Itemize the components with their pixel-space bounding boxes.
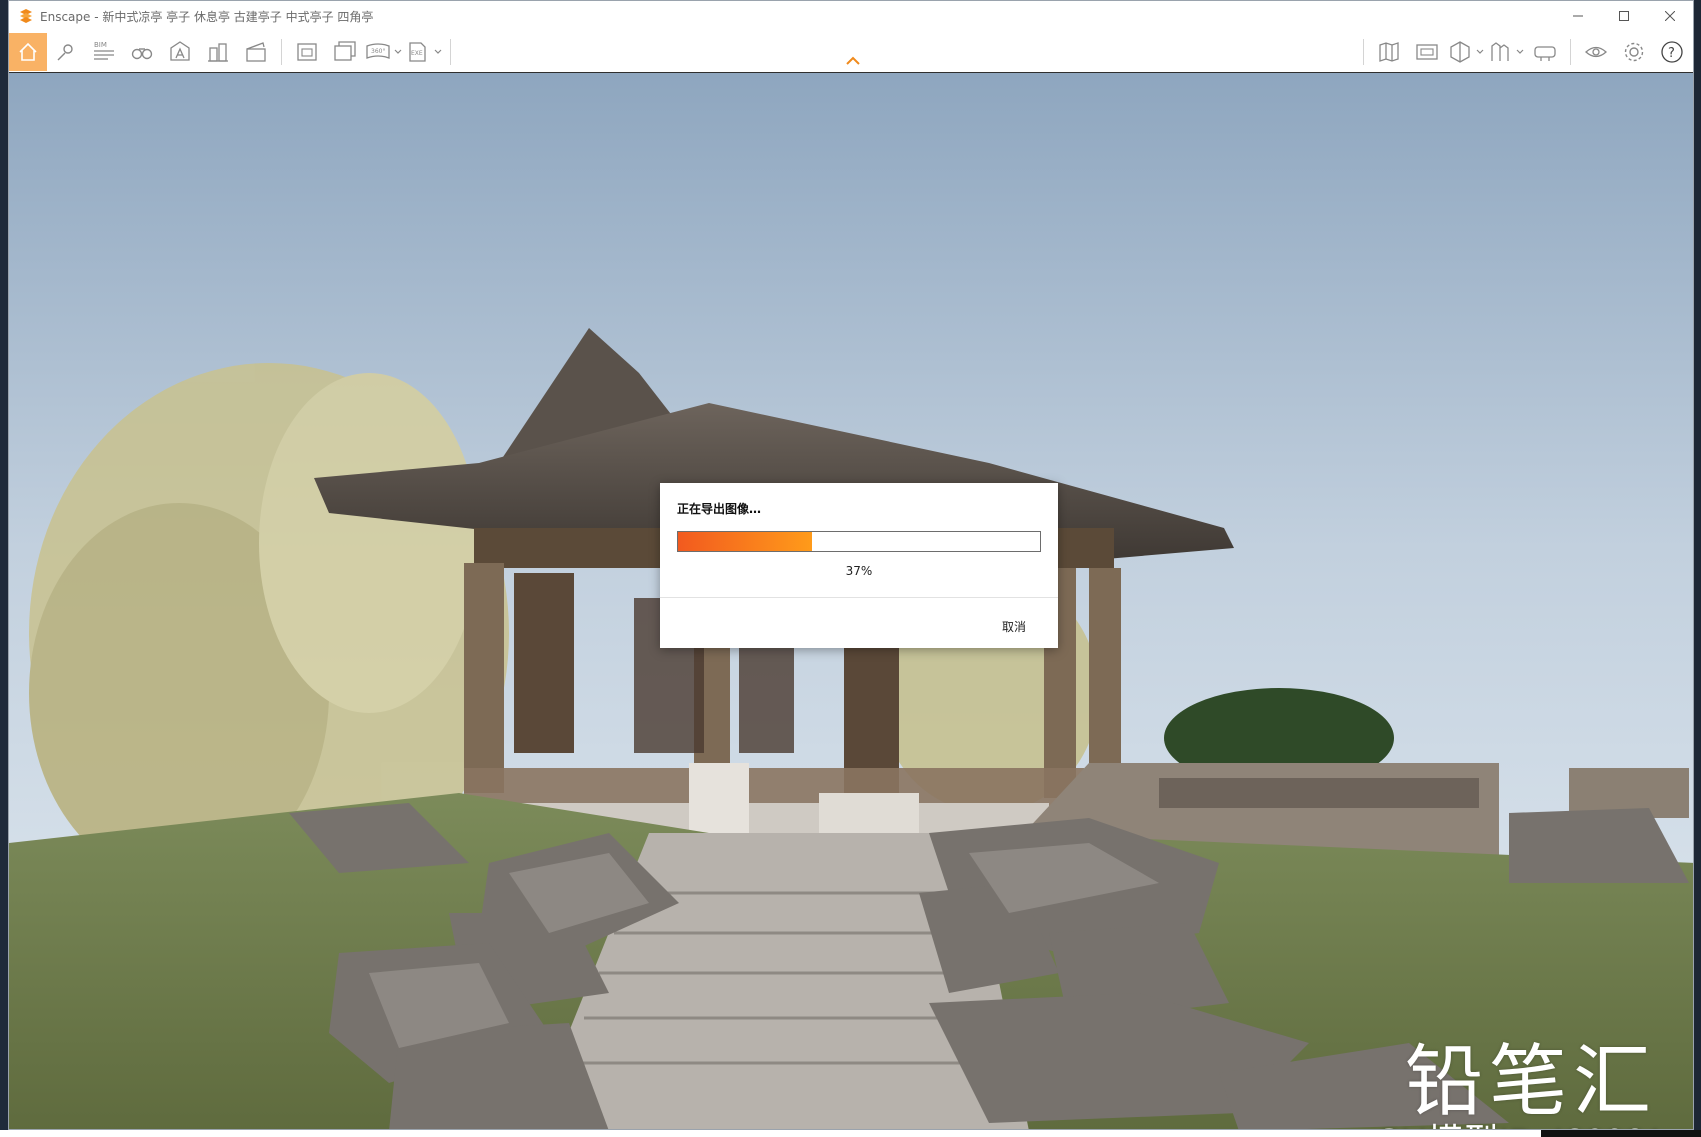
desktop-edge-right [1694,0,1701,1130]
chevron-down-icon [394,49,402,54]
export-exe-icon: EXE [409,41,426,62]
maximize-icon [1619,11,1629,21]
batch-render-icon [334,40,356,61]
panorama-dropdown[interactable] [392,33,404,71]
window-title: Enscape - 新中式凉亭 亭子 休息亭 古建亭子 中式亭子 四角亭 [40,9,374,24]
video-editor-button[interactable] [237,33,275,71]
svg-text:EXE: EXE [411,50,423,57]
chevron-down-icon [434,49,442,54]
asset-library-button[interactable] [161,33,199,71]
materials-dropdown[interactable] [1474,33,1486,71]
toolbar-separator [1363,38,1364,65]
map-icon [1379,41,1399,62]
toolbar-separator [1570,38,1571,65]
vr-headset-icon [1534,45,1556,61]
visibility-button[interactable] [1577,33,1615,71]
title-bar[interactable]: Enscape - 新中式凉亭 亭子 休息亭 古建亭子 中式亭子 四角亭 [9,1,1693,31]
video-editor-icon [246,41,266,62]
svg-text:?: ? [1668,46,1675,61]
materials-button[interactable] [1446,33,1474,71]
cube-icon [1450,40,1470,63]
help-icon: ? [1661,40,1683,63]
waypoint-icon [57,43,73,60]
waypoints-button[interactable] [47,33,85,71]
toolbar-separator [450,38,451,65]
binoculars-icon [131,47,153,59]
minimize-button[interactable] [1555,1,1601,31]
progress-percent: 37% [845,564,873,578]
home-icon [19,42,37,61]
home-button[interactable] [9,32,47,71]
chevron-down-icon [1476,49,1484,54]
panorama-360-icon: 360° [366,42,390,59]
cancel-button[interactable]: 取消 [1002,618,1026,635]
maximize-button[interactable] [1601,1,1647,31]
progress-bar [677,531,1041,552]
asset-library-icon [170,40,190,61]
bim-button[interactable]: BIM [85,33,123,71]
light-view-button[interactable] [1486,33,1514,71]
progress-bar-fill [678,532,812,551]
site-context-icon [208,42,228,62]
svg-text:360°: 360° [371,48,385,55]
app-window: Enscape - 新中式凉亭 亭子 休息亭 古建亭子 中式亭子 四角亭 BIM… [8,0,1694,1130]
dialog-divider [660,597,1058,598]
screenshot-button[interactable] [288,33,326,71]
help-button[interactable]: ? [1653,33,1691,71]
settings-button[interactable] [1615,33,1653,71]
visibility-icon [1585,46,1607,57]
panorama-button[interactable]: 360° [364,33,392,71]
settings-icon [1624,42,1644,61]
render-mode-button[interactable] [1408,33,1446,71]
toolbar-separator [281,38,282,65]
taskbar-fragment [1541,1130,1701,1137]
screenshot-icon [297,42,317,61]
enscape-logo-icon [20,9,32,23]
export-dropdown[interactable] [432,33,444,71]
close-icon [1665,11,1675,21]
export-progress-dialog: 正在导出图像… 37% 取消 [660,483,1058,648]
dialog-title: 正在导出图像… [677,502,762,516]
light-view-dropdown[interactable] [1514,33,1526,71]
render-mode-icon [1416,43,1438,60]
desktop-bottom-strip [0,1130,1701,1137]
collapse-toolbar-chevron-icon[interactable] [844,53,862,67]
watermark-model-id: SU模型ID:430981 [1377,1113,1665,1129]
export-button[interactable]: EXE [404,33,432,71]
views-button[interactable] [123,33,161,71]
minimize-icon [1573,15,1583,17]
svg-text:BIM: BIM [94,41,107,49]
batch-render-button[interactable] [326,33,364,71]
map-button[interactable] [1370,33,1408,71]
bim-icon: BIM [94,41,114,60]
chevron-down-icon [1516,49,1524,54]
close-button[interactable] [1647,1,1693,31]
site-context-button[interactable] [199,33,237,71]
light-view-icon [1491,41,1509,61]
vr-headset-button[interactable] [1526,33,1564,71]
